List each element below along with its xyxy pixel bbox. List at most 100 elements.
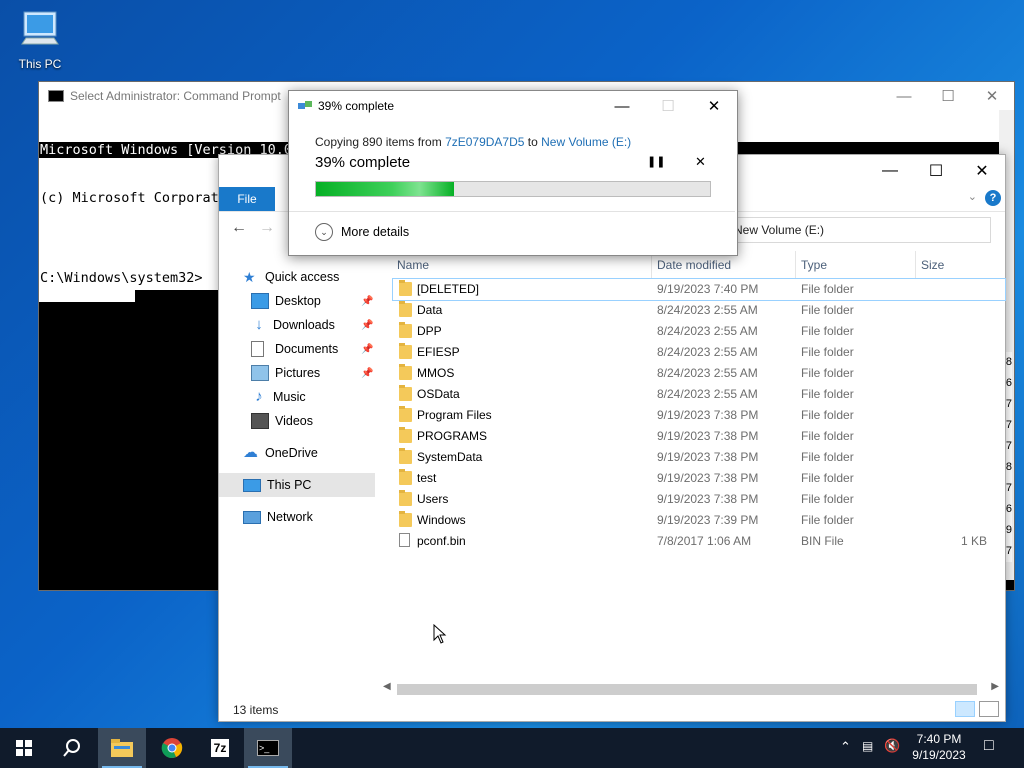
videos-icon [251, 413, 269, 429]
desktop-icon [251, 293, 269, 309]
horizontal-scrollbar[interactable]: ◀ ▶ [381, 681, 1003, 697]
row-type: File folder [801, 408, 854, 422]
nav-music[interactable]: ♪ Music [219, 385, 379, 409]
cmd-close-button[interactable]: ✕ [969, 82, 1015, 110]
table-row[interactable]: Program Files 9/19/2023 7:38 PM File folde… [393, 405, 1005, 426]
taskbar-chrome[interactable] [148, 728, 196, 768]
taskbar-7zip[interactable]: 7z [196, 728, 244, 768]
nav-this-pc[interactable]: This PC [219, 473, 375, 497]
source-link[interactable]: 7zE079DA7D5 [445, 135, 524, 149]
music-note-icon: ♪ [255, 388, 263, 405]
table-row[interactable]: Data 8/24/2023 2:55 AM File folder [393, 300, 1005, 321]
table-row[interactable]: EFIESP 8/24/2023 2:55 AM File folder [393, 342, 1005, 363]
row-type: File folder [801, 450, 854, 464]
table-row[interactable]: test 9/19/2023 7:38 PM File folder [393, 468, 1005, 489]
expand-ribbon-icon[interactable]: ⌄ [968, 190, 977, 203]
search-button[interactable] [48, 728, 96, 768]
cloud-icon: ☁ [243, 444, 258, 461]
desktop-icon-this-pc[interactable]: This PC [12, 8, 68, 71]
dialog-minimize-button[interactable]: — [599, 91, 645, 121]
taskbar-cmd[interactable]: >_ [244, 728, 292, 768]
mouse-cursor-icon [433, 624, 447, 644]
table-row[interactable]: MMOS 8/24/2023 2:55 AM File folder [393, 363, 1005, 384]
notifications-icon[interactable]: □ [984, 737, 994, 755]
row-name: Users [417, 492, 449, 506]
chevron-down-icon: ⌄ [315, 223, 333, 241]
forward-button[interactable]: → [257, 219, 277, 239]
row-name: [DELETED] [417, 282, 480, 296]
column-header-type[interactable]: Type [801, 258, 827, 272]
row-type: File folder [801, 345, 854, 359]
nav-desktop[interactable]: Desktop 📌 [219, 289, 379, 313]
taskbar-clock[interactable]: 7:40 PM 9/19/2023 [900, 731, 978, 763]
table-row[interactable]: pconf.bin 7/8/2017 1:06 AM BIN File 1 KB [393, 531, 1005, 552]
nav-quick-access[interactable]: ★ Quick access [219, 265, 379, 289]
console-fill [39, 290, 135, 302]
cancel-copy-icon[interactable]: ✕ [695, 154, 706, 170]
nav-downloads[interactable]: ↓ Downloads 📌 [219, 313, 379, 337]
dialog-titlebar[interactable]: 39% complete — ☐ ✕ [289, 91, 737, 121]
cmd-maximize-button[interactable]: ☐ [925, 82, 971, 110]
details-view-icon[interactable] [955, 701, 975, 717]
table-row[interactable]: Windows 9/19/2023 7:39 PM File folder [393, 510, 1005, 531]
table-row[interactable]: Users 9/19/2023 7:38 PM File folder [393, 489, 1005, 510]
pause-icon[interactable]: ❚❚ [647, 155, 665, 168]
volume-muted-icon[interactable]: 🔇 [884, 738, 900, 754]
scroll-left-icon[interactable]: ◀ [383, 681, 391, 692]
address-bar[interactable]: New Volume (E:) [729, 217, 991, 243]
table-row[interactable]: SystemData 9/19/2023 7:38 PM File folder [393, 447, 1005, 468]
column-separator[interactable] [915, 251, 916, 279]
nav-documents[interactable]: Documents 📌 [219, 337, 379, 361]
row-type: File folder [801, 366, 854, 380]
copy-description: Copying 890 items from 7zE079DA7D5 to Ne… [315, 135, 631, 149]
nav-network[interactable]: Network [219, 505, 379, 529]
row-type: File folder [801, 387, 854, 401]
star-icon: ★ [243, 269, 256, 285]
help-icon[interactable]: ? [985, 190, 1001, 206]
copy-progress-dialog[interactable]: 39% complete — ☐ ✕ Copying 890 items fro… [288, 90, 738, 256]
pictures-icon [251, 365, 269, 381]
explorer-close-button[interactable]: ✕ [959, 155, 1005, 187]
pin-icon[interactable]: 📌 [361, 344, 373, 355]
file-tab[interactable]: File [219, 187, 275, 211]
clock-time: 7:40 PM [916, 732, 962, 746]
scroll-right-icon[interactable]: ▶ [991, 681, 999, 692]
more-details-button[interactable]: ⌄ More details [315, 223, 409, 241]
show-hidden-icons-icon[interactable]: ⌃ [840, 739, 851, 755]
nav-onedrive[interactable]: ☁ OneDrive [219, 441, 379, 465]
row-name: Data [417, 303, 443, 317]
destination-link[interactable]: New Volume (E:) [541, 135, 631, 149]
row-date: 8/24/2023 2:55 AM [657, 387, 758, 401]
dialog-close-button[interactable]: ✕ [691, 91, 737, 121]
pin-icon[interactable]: 📌 [361, 320, 373, 331]
column-separator[interactable] [795, 251, 796, 279]
row-date: 7/8/2017 1:06 AM [657, 534, 752, 548]
computer-icon [243, 478, 261, 492]
table-row[interactable]: DPP 8/24/2023 2:55 AM File folder [393, 321, 1005, 342]
folder-icon [399, 280, 412, 296]
row-date: 9/19/2023 7:38 PM [657, 492, 759, 506]
taskbar-file-explorer[interactable] [98, 728, 146, 768]
scrollbar-thumb[interactable] [397, 684, 977, 695]
row-type: File folder [801, 429, 854, 443]
nav-videos[interactable]: Videos [219, 409, 379, 433]
column-header-date[interactable]: Date modified [657, 258, 731, 272]
explorer-maximize-button[interactable]: ☐ [913, 155, 959, 187]
start-button[interactable] [0, 728, 48, 768]
network-status-icon[interactable]: ▤ [862, 739, 873, 753]
table-row[interactable]: PROGRAMS 9/19/2023 7:38 PM File folder [393, 426, 1005, 447]
table-row[interactable]: OSData 8/24/2023 2:55 AM File folder [393, 384, 1005, 405]
large-icons-view-icon[interactable] [979, 701, 999, 717]
documents-icon [251, 341, 264, 357]
row-type: File folder [801, 324, 854, 338]
cmd-minimize-button[interactable]: — [881, 82, 927, 110]
column-header-size[interactable]: Size [921, 258, 944, 272]
column-header-name[interactable]: Name [397, 258, 429, 272]
table-row[interactable]: [DELETED] 9/19/2023 7:40 PM File folder [392, 278, 1006, 301]
pin-icon[interactable]: 📌 [361, 296, 373, 307]
back-button[interactable]: ← [229, 219, 249, 239]
explorer-minimize-button[interactable]: — [867, 155, 913, 187]
nav-pictures[interactable]: Pictures 📌 [219, 361, 379, 385]
pin-icon[interactable]: 📌 [361, 368, 373, 379]
row-type: File folder [801, 492, 854, 506]
